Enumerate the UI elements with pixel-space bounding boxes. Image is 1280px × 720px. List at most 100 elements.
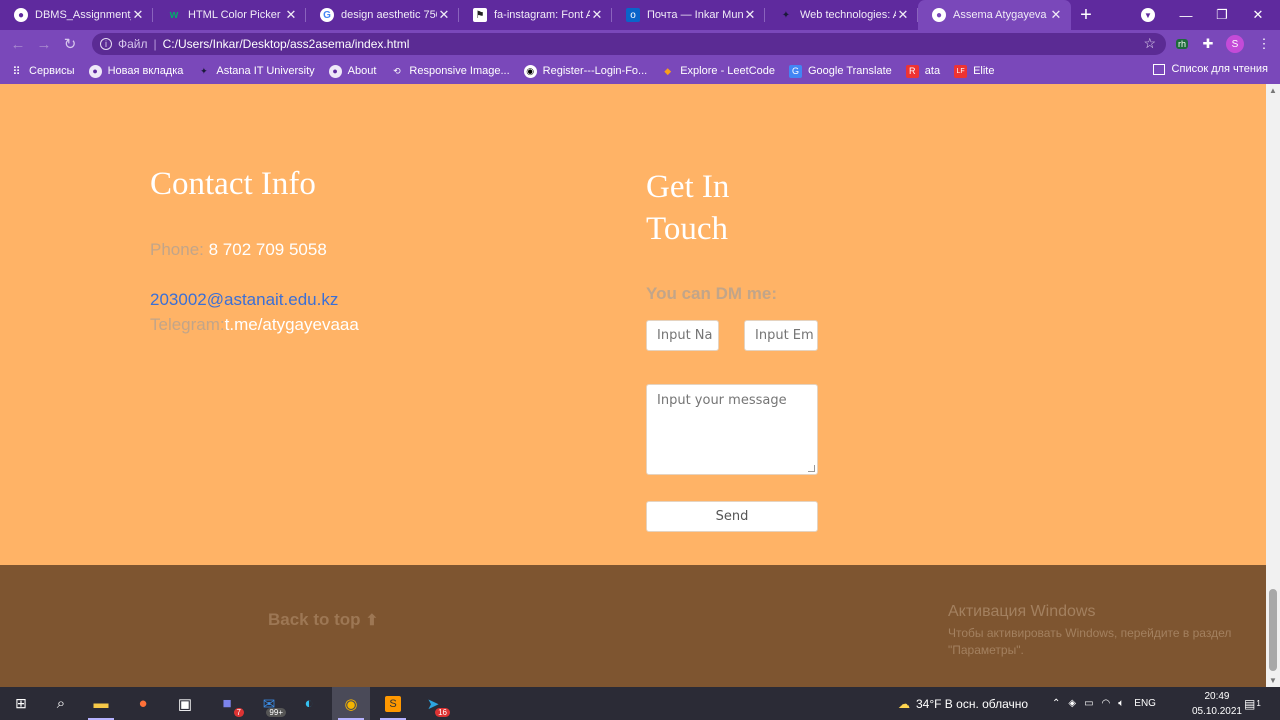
bookmark-label: Explore - LeetCode bbox=[680, 65, 775, 77]
teams-icon: ■ bbox=[222, 695, 232, 712]
bookmark-label: About bbox=[347, 65, 377, 77]
bookmark-item[interactable]: G Google Translate bbox=[789, 64, 892, 78]
extension-icon[interactable]: rh bbox=[1172, 34, 1192, 54]
scroll-down-icon[interactable]: ▼ bbox=[1269, 676, 1277, 685]
taskbar-teams[interactable]: ■ 7 bbox=[208, 687, 246, 720]
send-button[interactable]: Send bbox=[646, 501, 818, 532]
language-indicator[interactable]: ENG bbox=[1134, 698, 1156, 709]
search-button[interactable]: ⌕ bbox=[42, 687, 80, 720]
chevron-up-icon[interactable]: ⌃ bbox=[1052, 698, 1060, 709]
scroll-up-icon[interactable]: ▲ bbox=[1269, 86, 1277, 95]
browser-tab[interactable]: ✦ Web technologies: As ✕ bbox=[765, 0, 918, 30]
taskbar-edge[interactable]: ◐ bbox=[290, 687, 328, 720]
back-to-top-link[interactable]: Back to top ⬆ bbox=[268, 610, 378, 630]
bookmark-item[interactable]: ✦ Astana IT University bbox=[197, 65, 315, 78]
notification-center-button[interactable]: ▤ 1 bbox=[1244, 687, 1261, 720]
url-text[interactable]: C:/Users/Inkar/Desktop/ass2asema/index.h… bbox=[163, 37, 410, 51]
scrollbar-thumb[interactable] bbox=[1269, 589, 1277, 671]
bookmark-item[interactable]: ◉ Register---Login-Fo... bbox=[523, 64, 647, 78]
lf-icon: LF bbox=[954, 64, 968, 78]
globe-icon: ● bbox=[14, 8, 28, 22]
back-button[interactable]: ← bbox=[5, 32, 31, 56]
bookmark-label: Новая вкладка bbox=[107, 65, 184, 77]
close-tab-icon[interactable]: ✕ bbox=[743, 7, 757, 23]
message-textarea[interactable]: Input your message bbox=[646, 384, 818, 475]
taskbar-sublime[interactable]: S bbox=[374, 687, 412, 720]
mail-badge: 99+ bbox=[266, 708, 286, 717]
tab-search-button[interactable]: ▼ bbox=[1128, 0, 1168, 30]
name-input[interactable]: Input Na bbox=[646, 320, 719, 351]
minimize-button[interactable]: — bbox=[1166, 0, 1206, 30]
bookmark-item[interactable]: LF Elite bbox=[954, 64, 995, 78]
start-button[interactable]: ⊞ bbox=[2, 687, 40, 720]
browser-tab[interactable]: G design aesthetic 750x ✕ bbox=[306, 0, 459, 30]
bookmark-item[interactable]: ⟲ Responsive Image... bbox=[390, 65, 510, 78]
taskbar-telegram[interactable]: ➤ 16 bbox=[414, 687, 452, 720]
taskbar-clock[interactable]: 20:49 05.10.2021 bbox=[1192, 689, 1242, 719]
notification-count: 1 bbox=[1256, 699, 1261, 708]
get-in-touch-title: Get In Touch bbox=[646, 169, 730, 247]
firefox-icon: ● bbox=[138, 695, 148, 712]
close-tab-icon[interactable]: ✕ bbox=[437, 7, 451, 23]
system-tray: ⌃ ◈ ▭ ◠ 🔈︎ ENG bbox=[1052, 687, 1156, 720]
bookmark-item[interactable]: ● Новая вкладка bbox=[88, 64, 184, 78]
menu-icon[interactable]: ⋮ bbox=[1254, 34, 1274, 54]
browser-tab[interactable]: w HTML Color Picker ✕ bbox=[153, 0, 306, 30]
reload-button[interactable]: ↻ bbox=[57, 32, 83, 56]
apps-grid-icon: ⠿ bbox=[12, 65, 21, 78]
weather-widget[interactable]: ☁ 34°F В осн. облачно bbox=[898, 687, 1028, 720]
taskbar-store[interactable]: ▣ bbox=[166, 687, 204, 720]
bookmark-label: Astana IT University bbox=[216, 65, 315, 77]
close-tab-icon[interactable]: ✕ bbox=[1049, 7, 1063, 23]
avatar[interactable]: S bbox=[1225, 34, 1245, 54]
close-tab-icon[interactable]: ✕ bbox=[590, 7, 604, 23]
tab-title: HTML Color Picker bbox=[188, 9, 281, 21]
close-tab-icon[interactable]: ✕ bbox=[896, 7, 910, 23]
vertical-scrollbar[interactable]: ▲ ▼ bbox=[1266, 84, 1280, 687]
close-tab-icon[interactable]: ✕ bbox=[131, 7, 145, 23]
reading-list-button[interactable]: Список для чтения bbox=[1152, 63, 1268, 75]
clock-time: 20:49 bbox=[1204, 691, 1230, 702]
new-tab-button[interactable]: + bbox=[1071, 0, 1101, 30]
phone-value: 8 702 709 5058 bbox=[208, 240, 327, 259]
resize-grip-icon[interactable] bbox=[808, 465, 815, 472]
browser-tab[interactable]: o Почта — Inkar Munb ✕ bbox=[612, 0, 765, 30]
address-bar[interactable]: i Файл | C:/Users/Inkar/Desktop/ass2asem… bbox=[92, 33, 1166, 55]
browser-tab-active[interactable]: ● Assema Atygayeva ✕ bbox=[918, 0, 1071, 30]
taskbar-firefox[interactable]: ● bbox=[124, 687, 162, 720]
email-placeholder: Input Em bbox=[755, 328, 814, 343]
globe-icon: ● bbox=[328, 64, 342, 78]
w3schools-icon: w bbox=[169, 9, 179, 21]
forward-button[interactable]: → bbox=[31, 32, 57, 56]
info-icon[interactable]: i bbox=[100, 38, 112, 50]
volume-icon[interactable]: 🔈︎ bbox=[1118, 698, 1124, 709]
battery-icon[interactable]: ▭ bbox=[1084, 698, 1093, 709]
contact-section: Contact Info Phone: 8 702 709 5058 20300… bbox=[0, 84, 1266, 565]
maximize-button[interactable]: ❐ bbox=[1202, 0, 1242, 30]
browser-tab[interactable]: ⚑ fa-instagram: Font Aw ✕ bbox=[459, 0, 612, 30]
puzzle-icon[interactable]: ✚ bbox=[1198, 34, 1218, 54]
bookmark-star-icon[interactable]: ☆ bbox=[1143, 35, 1156, 52]
taskbar-chrome[interactable]: ◉ bbox=[332, 687, 370, 720]
taskbar-file-explorer[interactable]: ▬ bbox=[82, 687, 120, 720]
bookmark-item[interactable]: ◆ Explore - LeetCode bbox=[661, 65, 775, 78]
bookmark-item[interactable]: Rata bbox=[905, 64, 940, 78]
chevron-down-icon: ▼ bbox=[1141, 8, 1155, 22]
bookmark-label: Elite bbox=[973, 65, 995, 77]
tab-title: Web technologies: As bbox=[800, 9, 896, 21]
taskbar-mail[interactable]: ✉ 99+ bbox=[250, 687, 288, 720]
telegram-link[interactable]: t.me/atygayevaaa bbox=[225, 315, 359, 334]
email-link[interactable]: 203002@astanait.edu.kz bbox=[150, 290, 338, 309]
close-tab-icon[interactable]: ✕ bbox=[284, 7, 298, 23]
bookmark-item[interactable]: ⠿ Сервисы bbox=[10, 65, 74, 78]
teams-badge: 7 bbox=[233, 708, 244, 717]
browser-tab[interactable]: ● DBMS_Assignment_4.j ✕ bbox=[0, 0, 153, 30]
flag-icon: ⚑ bbox=[473, 8, 487, 22]
profile-initial: S bbox=[1226, 35, 1244, 53]
network-icon[interactable]: ◈ bbox=[1068, 698, 1076, 709]
wifi-icon[interactable]: ◠ bbox=[1102, 698, 1111, 709]
windows-logo-icon: ⊞ bbox=[15, 695, 27, 711]
bookmark-item[interactable]: ● About bbox=[328, 64, 377, 78]
email-input[interactable]: Input Em bbox=[744, 320, 818, 351]
close-window-button[interactable]: ✕ bbox=[1238, 0, 1278, 30]
